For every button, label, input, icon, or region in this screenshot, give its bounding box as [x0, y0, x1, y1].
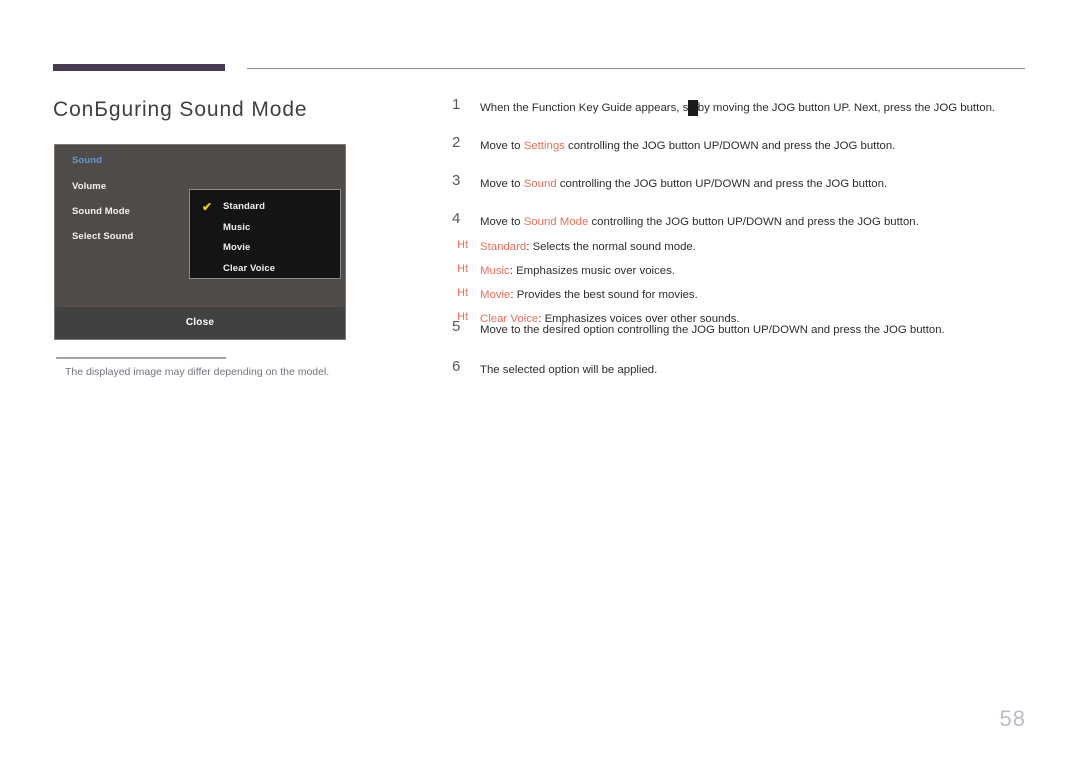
bullet-text: Music: Emphasizes music over voices.: [480, 265, 675, 277]
step-text-pre: When the Function Key Guide appears, s: [480, 102, 689, 114]
step-text-pre: Move to: [480, 140, 524, 152]
osd-menu-panel: Sound Volume Sound Mode Select Sound ✔ S…: [54, 144, 346, 340]
check-icon: ✔: [202, 200, 213, 214]
step-item: 2 Move to Settings controlling the JOG b…: [452, 134, 1030, 154]
osd-menu-item-sound-mode[interactable]: Sound Mode: [72, 206, 202, 217]
osd-menu-list: Sound Volume Sound Mode Select Sound: [72, 155, 202, 256]
step-text-pre: Move to: [480, 178, 524, 190]
step-number: 5: [452, 318, 461, 335]
image-caption: The displayed image may differ depending…: [65, 366, 330, 378]
step-text: Move to the desired option controlling t…: [480, 324, 945, 336]
step-number: 3: [452, 172, 461, 189]
header-rule-line: [247, 68, 1025, 69]
step-text-pre: Move to: [480, 216, 524, 228]
list-item: Ht Movie: Provides the best sound for mo…: [452, 285, 972, 305]
osd-menu-item-select-sound[interactable]: Select Sound: [72, 231, 202, 242]
osd-option-label: Music: [223, 221, 251, 233]
bullet-description: : Provides the best sound for movies.: [510, 289, 698, 301]
osd-close-button[interactable]: Close: [55, 307, 345, 339]
osd-option-movie[interactable]: Movie: [190, 238, 340, 259]
step-text-post: by moving the JOG button UP. Next, press…: [697, 102, 996, 114]
bullet-text: Movie: Provides the best sound for movie…: [480, 289, 698, 301]
list-item: Ht Music: Emphasizes music over voices.: [452, 261, 972, 281]
option-description-list: Ht Standard: Selects the normal sound mo…: [452, 237, 972, 333]
caption-rule: [56, 357, 226, 359]
osd-option-label: Standard: [223, 201, 265, 212]
step-text: When the Function Key Guide appears, s声b…: [480, 100, 996, 116]
step-text-post: controlling the JOG button UP/DOWN and p…: [564, 140, 896, 152]
bullet-marker-icon: Ht: [457, 263, 468, 275]
bullet-term: Music: [480, 265, 510, 277]
osd-option-label: Movie: [223, 242, 251, 253]
step-highlight-term: Settings: [523, 140, 565, 152]
instruction-steps-continued: 5 Move to the desired option controlling…: [452, 318, 1030, 400]
osd-option-clear-voice[interactable]: Clear Voice: [190, 259, 340, 280]
step-text: The selected option will be applied.: [480, 364, 658, 376]
step-item: 6 The selected option will be applied.: [452, 358, 1030, 378]
step-text-post: controlling the JOG button UP/DOWN and p…: [588, 216, 919, 228]
osd-option-music[interactable]: Music: [190, 218, 340, 239]
step-text: Move to Settings controlling the JOG but…: [480, 140, 895, 152]
step-text: Move to Sound controlling the JOG button…: [480, 178, 887, 190]
header-rule: [53, 64, 1025, 74]
instruction-steps: 1 When the Function Key Guide appears, s…: [452, 96, 1030, 250]
bullet-term: Movie: [480, 289, 511, 301]
step-number: 4: [452, 210, 461, 227]
osd-option-standard[interactable]: ✔ Standard: [190, 197, 340, 218]
bullet-text: Standard: Selects the normal sound mode.: [480, 241, 696, 253]
step-number: 6: [452, 358, 461, 375]
step-number: 1: [452, 96, 461, 113]
list-item: Ht Standard: Selects the normal sound mo…: [452, 237, 972, 257]
step-highlight-term: Sound: [523, 178, 557, 190]
osd-menu-item-volume[interactable]: Volume: [72, 181, 202, 192]
header-rule-accent: [53, 64, 225, 71]
step-highlight-term: Sound Mode: [523, 216, 589, 228]
step-text-post: controlling the JOG button UP/DOWN and p…: [556, 178, 888, 190]
step-item: 5 Move to the desired option controlling…: [452, 318, 1030, 338]
glyph-artifact-icon: 声: [688, 100, 700, 116]
osd-option-label: Clear Voice: [223, 262, 276, 274]
bullet-description: : Selects the normal sound mode.: [526, 241, 696, 253]
step-number: 2: [452, 134, 461, 151]
osd-menu-heading: Sound: [72, 155, 103, 166]
bullet-description: : Emphasizes music over voices.: [509, 265, 675, 277]
bullet-term: Standard: [480, 241, 527, 253]
step-text: Move to Sound Mode controlling the JOG b…: [480, 216, 919, 228]
osd-submenu-sound-mode: ✔ Standard Music Movie Clear Voice: [189, 189, 341, 279]
step-item: 3 Move to Sound controlling the JOG butt…: [452, 172, 1030, 192]
bullet-marker-icon: Ht: [457, 287, 468, 299]
bullet-marker-icon: Ht: [457, 239, 468, 251]
page-title: ConБguring Sound Mode: [53, 98, 308, 121]
page-number: 58: [999, 706, 1026, 731]
step-item: 4 Move to Sound Mode controlling the JOG…: [452, 210, 1030, 230]
step-item: 1 When the Function Key Guide appears, s…: [452, 96, 1030, 116]
